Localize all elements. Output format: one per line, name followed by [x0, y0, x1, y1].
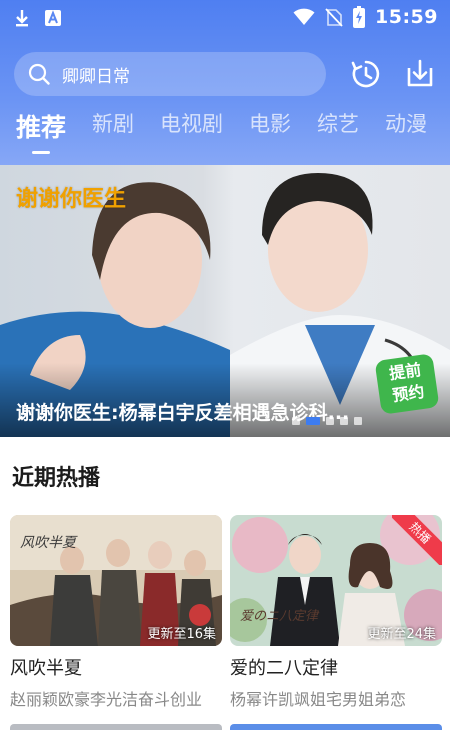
- banner-show-logo: 谢谢你医生: [16, 187, 127, 212]
- search-icon: [28, 63, 50, 85]
- carousel-indicator: [292, 417, 362, 425]
- battery-icon: [353, 6, 366, 28]
- category-tabs: 推荐 新剧 电视剧 电影 综艺 动漫: [0, 108, 450, 154]
- tab-recommend[interactable]: 推荐: [16, 108, 66, 144]
- reserve-badge[interactable]: 提前 预约: [374, 353, 440, 415]
- tab-anime[interactable]: 动漫: [385, 108, 427, 138]
- a-badge-icon: [45, 10, 61, 26]
- next-row-card-peek: [230, 724, 442, 730]
- status-time: 15:59: [375, 6, 438, 28]
- svg-text:爱のニ八定律: 爱のニ八定律: [240, 608, 320, 624]
- svg-text:风吹半夏: 风吹半夏: [20, 535, 78, 551]
- card-subtitle: 赵丽颖欧豪李光洁奋斗创业: [10, 690, 203, 709]
- tab-new-drama[interactable]: 新剧: [92, 108, 134, 138]
- section-title-recent-hot: 近期热播: [12, 466, 101, 491]
- no-sim-icon: [325, 8, 343, 27]
- search-input[interactable]: 卿卿日常: [62, 62, 130, 87]
- card-thumbnail[interactable]: 爱のニ八定律 热播 更新至24集: [230, 515, 442, 646]
- card-update-status: 更新至16集: [147, 627, 216, 642]
- card-title[interactable]: 风吹半夏: [10, 654, 222, 680]
- carousel-dot: [340, 417, 348, 425]
- history-icon[interactable]: [350, 58, 382, 90]
- card-title[interactable]: 爱的二八定律: [230, 654, 442, 680]
- carousel-dot: [292, 417, 300, 425]
- download-button[interactable]: [404, 58, 436, 90]
- card-update-status: 更新至24集: [367, 627, 436, 642]
- hot-ribbon-label: 热播: [392, 515, 442, 565]
- card-subtitle: 杨幂许凯飒姐宅男姐弟恋: [230, 690, 407, 709]
- tab-tv-series[interactable]: 电视剧: [160, 108, 223, 138]
- tab-variety[interactable]: 综艺: [317, 108, 359, 138]
- show-card[interactable]: 风吹半夏 更新至16集 风吹半夏 赵丽颖欧豪李光洁奋斗创业: [10, 515, 222, 710]
- search-bar[interactable]: 卿卿日常: [14, 52, 326, 96]
- card-thumbnail[interactable]: 风吹半夏 更新至16集: [10, 515, 222, 646]
- download-icon: [16, 10, 28, 27]
- tab-movies[interactable]: 电影: [249, 108, 291, 138]
- carousel-dot: [354, 417, 362, 425]
- next-row-card-peek: [10, 724, 222, 730]
- status-bar: 15:59: [0, 0, 450, 34]
- hot-ribbon: 热播: [392, 515, 442, 565]
- carousel-dot: [326, 417, 334, 425]
- show-card[interactable]: 爱のニ八定律 热播 更新至24集 爱的二八定律 杨幂许凯飒姐宅男姐弟恋: [230, 515, 442, 710]
- wifi-icon: [293, 8, 315, 25]
- carousel-dot-active: [306, 417, 320, 425]
- hero-banner[interactable]: 谢谢你医生 谢谢你医生:杨幂白宇反差相遇急诊科... 提前 预约: [0, 165, 450, 437]
- header: 15:59 卿卿日常 推荐 新剧 电视剧 电影 综艺 动漫: [0, 0, 450, 165]
